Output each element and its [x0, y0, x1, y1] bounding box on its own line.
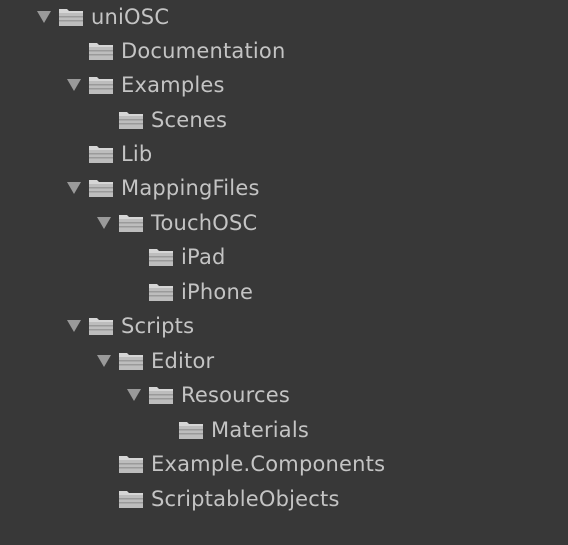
tree-item-resources[interactable]: Resources: [124, 378, 290, 412]
tree-item-unios[interactable]: uniOSC: [34, 0, 169, 34]
folder-icon: [117, 488, 145, 510]
folder-icon: [177, 419, 205, 441]
tree-item-label: Documentation: [121, 39, 286, 63]
folder-icon: [117, 453, 145, 475]
folder-icon: [117, 212, 145, 234]
expand-arrow-icon[interactable]: [124, 385, 144, 405]
tree-item-iphone[interactable]: iPhone: [124, 275, 253, 309]
tree-item-documentation[interactable]: Documentation: [64, 34, 286, 68]
tree-item-materials[interactable]: Materials: [154, 413, 309, 447]
tree-item-label: Editor: [151, 349, 215, 373]
tree-item-label: uniOSC: [91, 5, 170, 29]
tree-item-label: Scripts: [121, 314, 195, 338]
tree-item-editor[interactable]: Editor: [94, 344, 214, 378]
tree-item-label: Resources: [181, 383, 291, 407]
project-folder-tree: uniOSC Documentation Examples Scenes Lib…: [0, 0, 568, 545]
folder-icon: [147, 246, 175, 268]
tree-item-label: Example.Components: [151, 452, 386, 476]
folder-icon: [87, 74, 115, 96]
expand-arrow-icon[interactable]: [34, 7, 54, 27]
tree-item-label: iPad: [181, 245, 226, 269]
tree-item-scriptableobjects[interactable]: ScriptableObjects: [94, 482, 340, 516]
tree-item-lib[interactable]: Lib: [64, 137, 152, 171]
tree-item-label: TouchOSC: [151, 211, 258, 235]
tree-item-label: iPhone: [181, 280, 254, 304]
folder-icon: [117, 350, 145, 372]
folder-icon: [57, 6, 85, 28]
tree-item-mappingfiles[interactable]: MappingFiles: [64, 171, 260, 205]
folder-icon: [87, 177, 115, 199]
tree-item-label: Lib: [121, 142, 153, 166]
folder-icon: [117, 109, 145, 131]
tree-item-label: MappingFiles: [121, 176, 260, 200]
expand-arrow-icon[interactable]: [94, 351, 114, 371]
expand-arrow-icon[interactable]: [94, 213, 114, 233]
tree-item-example-components[interactable]: Example.Components: [94, 447, 385, 481]
tree-item-touchosc[interactable]: TouchOSC: [94, 206, 257, 240]
tree-item-label: Materials: [211, 418, 310, 442]
tree-item-examples[interactable]: Examples: [64, 68, 225, 102]
tree-item-label: ScriptableObjects: [151, 487, 340, 511]
tree-item-ipad[interactable]: iPad: [124, 240, 226, 274]
expand-arrow-icon[interactable]: [64, 178, 84, 198]
tree-item-label: Scenes: [151, 108, 228, 132]
tree-item-label: Examples: [121, 73, 225, 97]
tree-item-scenes[interactable]: Scenes: [94, 103, 227, 137]
tree-item-scripts[interactable]: Scripts: [64, 309, 194, 343]
folder-icon: [87, 40, 115, 62]
folder-icon: [87, 143, 115, 165]
expand-arrow-icon[interactable]: [64, 316, 84, 336]
folder-icon: [87, 315, 115, 337]
expand-arrow-icon[interactable]: [64, 75, 84, 95]
folder-icon: [147, 384, 175, 406]
folder-icon: [147, 281, 175, 303]
